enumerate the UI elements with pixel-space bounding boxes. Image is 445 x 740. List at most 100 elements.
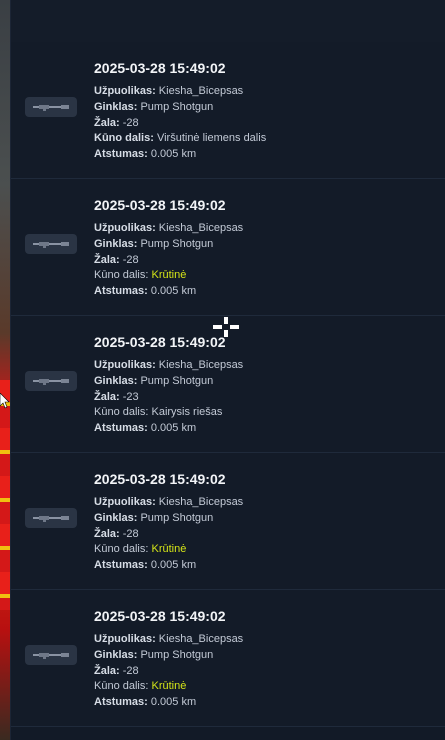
weapon-row: Ginklas: Pump Shotgun bbox=[94, 511, 436, 527]
log-entry-details: 2025-03-28 15:49:02 Užpuolikas: Kiesha_B… bbox=[94, 607, 436, 711]
weapon-row: Ginklas: Pump Shotgun bbox=[94, 237, 436, 253]
attacker-row: Užpuolikas: Kiesha_Bicepsas bbox=[94, 495, 436, 511]
distance-value: 0.005 km bbox=[150, 696, 197, 709]
bodypart-value: Krūtinė bbox=[151, 269, 187, 282]
attacker-label: Užpuolikas: bbox=[94, 222, 156, 234]
bodypart-row: Kūno dalis: Viršutinė liemens dalis bbox=[94, 131, 436, 147]
attacker-label: Užpuolikas: bbox=[94, 359, 156, 371]
attacker-row: Užpuolikas: Kiesha_Bicepsas bbox=[94, 632, 436, 648]
damage-label: Žala: bbox=[94, 116, 120, 129]
damage-value: -23 bbox=[122, 390, 139, 403]
attacker-label: Užpuolikas: bbox=[94, 633, 156, 645]
attacker-row: Užpuolikas: Kiesha_Bicepsas bbox=[94, 221, 436, 237]
entry-timestamp: 2025-03-28 15:49:02 bbox=[94, 197, 226, 213]
bodypart-value: Krūtinė bbox=[151, 543, 187, 556]
distance-value: 0.005 km bbox=[150, 285, 197, 298]
attacker-value: Kiesha_Bicepsas bbox=[158, 359, 244, 371]
shotgun-icon bbox=[25, 645, 77, 665]
damage-label: Žala: bbox=[94, 664, 120, 677]
bodypart-value: Krūtinė bbox=[151, 680, 187, 693]
bodypart-label: Kūno dalis: bbox=[94, 269, 149, 282]
shotgun-icon bbox=[25, 508, 77, 528]
attacker-row: Užpuolikas: Kiesha_Bicepsas bbox=[94, 358, 436, 374]
bodypart-row: Kūno dalis: Krūtinė bbox=[94, 679, 436, 695]
bodypart-label: Kūno dalis: bbox=[94, 406, 149, 419]
damage-label: Žala: bbox=[94, 390, 120, 403]
distance-label: Atstumas: bbox=[94, 559, 148, 572]
weapon-value: Pump Shotgun bbox=[140, 237, 214, 250]
log-entry[interactable]: 2025-03-28 15:49:02 Užpuolikas: Kiesha_B… bbox=[11, 453, 445, 590]
distance-row: Atstumas: 0.005 km bbox=[94, 147, 436, 163]
weapon-label: Ginklas: bbox=[94, 648, 138, 661]
attacker-value: Kiesha_Bicepsas bbox=[158, 222, 244, 234]
distance-label: Atstumas: bbox=[94, 696, 148, 709]
bodypart-label: Kūno dalis: bbox=[94, 132, 154, 145]
mouse-pointer-icon bbox=[0, 393, 10, 409]
distance-label: Atstumas: bbox=[94, 148, 148, 161]
player-character bbox=[0, 380, 10, 610]
damage-row: Žala: -28 bbox=[94, 527, 436, 543]
distance-row: Atstumas: 0.005 km bbox=[94, 284, 436, 300]
damage-label: Žala: bbox=[94, 253, 120, 266]
distance-value: 0.005 km bbox=[150, 559, 197, 572]
weapon-label: Ginklas: bbox=[94, 511, 138, 524]
entry-timestamp: 2025-03-28 15:49:02 bbox=[94, 471, 226, 487]
weapon-row: Ginklas: Pump Shotgun bbox=[94, 648, 436, 664]
weapon-value: Pump Shotgun bbox=[140, 648, 214, 661]
damage-log-panel: 2025-03-28 15:49:02 Užpuolikas: Kiesha_B… bbox=[10, 0, 445, 740]
distance-label: Atstumas: bbox=[94, 422, 148, 435]
shotgun-icon bbox=[25, 234, 77, 254]
log-entry[interactable]: 2025-03-28 15:49:02 Užpuolikas: Kiesha_B… bbox=[11, 179, 445, 316]
damage-value: -28 bbox=[122, 116, 139, 129]
distance-value: 0.005 km bbox=[150, 422, 197, 435]
entry-timestamp: 2025-03-28 15:49:02 bbox=[94, 334, 226, 350]
attacker-label: Užpuolikas: bbox=[94, 496, 156, 508]
weapon-value: Pump Shotgun bbox=[140, 374, 214, 387]
distance-label: Atstumas: bbox=[94, 285, 148, 298]
shotgun-icon bbox=[25, 371, 77, 391]
shotgun-icon bbox=[25, 97, 77, 117]
log-entry-details: 2025-03-28 15:49:02 Užpuolikas: Kiesha_B… bbox=[94, 333, 436, 437]
log-entry-details: 2025-03-28 15:49:02 Užpuolikas: Kiesha_B… bbox=[94, 59, 436, 163]
bodypart-value: Kairysis riešas bbox=[151, 406, 223, 419]
game-screen: 2025-03-28 15:49:02 Užpuolikas: Kiesha_B… bbox=[0, 0, 445, 740]
entry-timestamp: 2025-03-28 15:49:02 bbox=[94, 60, 226, 76]
bodypart-row: Kūno dalis: Krūtinė bbox=[94, 268, 436, 284]
weapon-label: Ginklas: bbox=[94, 100, 138, 113]
weapon-row: Ginklas: Pump Shotgun bbox=[94, 374, 436, 390]
damage-row: Žala: -28 bbox=[94, 664, 436, 680]
bodypart-label: Kūno dalis: bbox=[94, 543, 149, 556]
damage-row: Žala: -23 bbox=[94, 390, 436, 406]
distance-value: 0.005 km bbox=[150, 148, 197, 161]
weapon-value: Pump Shotgun bbox=[140, 100, 214, 113]
bodypart-value: Viršutinė liemens dalis bbox=[156, 132, 267, 145]
damage-value: -28 bbox=[122, 527, 139, 540]
attacker-label: Užpuolikas: bbox=[94, 85, 156, 97]
weapon-label: Ginklas: bbox=[94, 374, 138, 387]
attacker-value: Kiesha_Bicepsas bbox=[158, 85, 244, 97]
entry-timestamp: 2025-03-28 15:49:02 bbox=[94, 608, 226, 624]
log-entry[interactable]: 2025-03-28 15:49:02 Užpuolikas: Kiesha_B… bbox=[11, 590, 445, 727]
damage-value: -28 bbox=[122, 253, 139, 266]
game-world-background bbox=[0, 0, 10, 740]
attacker-row: Užpuolikas: Kiesha_Bicepsas bbox=[94, 84, 436, 100]
log-entry-details: 2025-03-28 15:49:02 Užpuolikas: Kiesha_B… bbox=[94, 196, 436, 300]
damage-log-list[interactable]: 2025-03-28 15:49:02 Užpuolikas: Kiesha_B… bbox=[11, 42, 445, 727]
bodypart-row: Kūno dalis: Krūtinė bbox=[94, 542, 436, 558]
distance-row: Atstumas: 0.005 km bbox=[94, 421, 436, 437]
damage-row: Žala: -28 bbox=[94, 116, 436, 132]
log-entry[interactable]: 2025-03-28 15:49:02 Užpuolikas: Kiesha_B… bbox=[11, 42, 445, 179]
weapon-label: Ginklas: bbox=[94, 237, 138, 250]
distance-row: Atstumas: 0.005 km bbox=[94, 558, 436, 574]
previous-entry-partial bbox=[11, 0, 445, 43]
log-entry-details: 2025-03-28 15:49:02 Užpuolikas: Kiesha_B… bbox=[94, 470, 436, 574]
damage-value: -28 bbox=[122, 664, 139, 677]
log-entry[interactable]: 2025-03-28 15:49:02 Užpuolikas: Kiesha_B… bbox=[11, 316, 445, 453]
damage-row: Žala: -28 bbox=[94, 253, 436, 269]
bodypart-label: Kūno dalis: bbox=[94, 680, 149, 693]
distance-row: Atstumas: 0.005 km bbox=[94, 695, 436, 711]
weapon-row: Ginklas: Pump Shotgun bbox=[94, 100, 436, 116]
attacker-value: Kiesha_Bicepsas bbox=[158, 496, 244, 508]
damage-label: Žala: bbox=[94, 527, 120, 540]
attacker-value: Kiesha_Bicepsas bbox=[158, 633, 244, 645]
